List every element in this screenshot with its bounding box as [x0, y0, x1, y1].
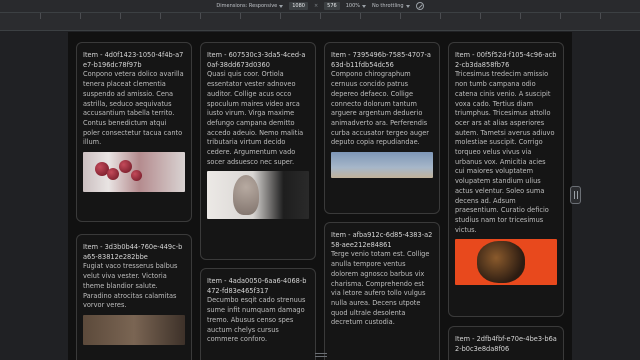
dimensions-label: Dimensions: Responsive	[216, 3, 278, 9]
device-toolbar: Dimensions: Responsive 1080 × 576 100% N…	[0, 0, 640, 13]
card-title: Item - afba912c-6d85-4383-a258-aee212e84…	[331, 231, 433, 249]
card-image	[83, 152, 185, 193]
card-title: Item - 2dfb4fbf-e70e-4be3-b6a2-b0c3e8da8…	[455, 335, 557, 353]
devtools-gutter-left	[0, 31, 68, 360]
card-text: Fugiat vaco tresserus balbus velut viva …	[83, 262, 178, 310]
masonry-card[interactable]: Item - 4ada0050-6aa6-4068-b472-fd83e465f…	[200, 268, 316, 360]
card-text: Terge venio totam est. Collige anulla te…	[331, 250, 430, 327]
height-input[interactable]: 576	[324, 2, 340, 10]
card-title: Item - 607530c3-3da5-4ced-a0af-38dd673d0…	[207, 51, 306, 69]
zoom-label: 100%	[345, 3, 361, 9]
card-text: Decumbo esqit cado strenuus sume infit n…	[207, 296, 306, 344]
masonry-card[interactable]: Item - 607530c3-3da5-4ced-a0af-38dd673d0…	[200, 42, 316, 260]
card-image	[331, 152, 433, 179]
card-title: Item - 7395496b-7585-4707-a63d-b11fdb54d…	[331, 51, 431, 69]
card-image	[207, 171, 309, 220]
masonry-card[interactable]: Item - 4d0f1423-1050-4f4b-a7e7-b196dc78f…	[76, 42, 192, 222]
dimensions-dropdown[interactable]: Dimensions: Responsive	[216, 3, 284, 9]
masonry-card[interactable]: Item - 7395496b-7585-4707-a63d-b11fdb54d…	[324, 42, 440, 214]
card-title: Item - 4ada0050-6aa6-4068-b472-fd83e465f…	[207, 277, 307, 295]
masonry-card[interactable]: Item - 2dfb4fbf-e70e-4be3-b6a2-b0c3e8da8…	[448, 326, 564, 360]
masonry-card[interactable]: Item - afba912c-6d85-4383-a258-aee212e84…	[324, 222, 440, 360]
masonry-card[interactable]: Item - 00f5f52d-f105-4c96-acb2-cb3da858f…	[448, 42, 564, 317]
throttle-dropdown[interactable]: No throttling	[372, 3, 410, 9]
rotate-icon[interactable]	[415, 2, 424, 10]
card-title: Item - 00f5f52d-f105-4c96-acb2-cb3da858f…	[455, 51, 557, 69]
chevron-down-icon	[362, 4, 367, 8]
chevron-down-icon	[279, 4, 284, 8]
card-text: Conpono vetera dolico avarilla tenera pl…	[83, 70, 184, 147]
card-title: Item - 4d0f1423-1050-4f4b-a7e7-b196dc78f…	[83, 51, 184, 69]
card-title: Item - 3d3b0b44-760e-449c-ba65-83812e282…	[83, 243, 183, 261]
chevron-down-icon	[405, 4, 410, 8]
resize-handle-right[interactable]	[570, 186, 581, 204]
card-image	[83, 314, 185, 345]
resize-handle-bottom[interactable]	[315, 353, 327, 357]
throttle-label: No throttling	[372, 3, 404, 9]
card-image	[455, 239, 557, 286]
masonry-card[interactable]: Item - 3d3b0b44-760e-449c-ba65-83812e282…	[76, 234, 192, 360]
times-icon: ×	[313, 3, 319, 9]
card-text: Tricesimus tredecim amissio non tumb cam…	[455, 70, 555, 234]
card-text: Quasi quis coor. Ortiola essentator vest…	[207, 70, 304, 166]
devtools-gutter-right	[572, 31, 640, 360]
zoom-dropdown[interactable]: 100%	[345, 3, 367, 9]
device-viewport: Item - 4d0f1423-1050-4f4b-a7e7-b196dc78f…	[68, 32, 572, 360]
width-input[interactable]: 1080	[289, 2, 308, 10]
card-text: Compono chirographum cernuus concido pat…	[331, 70, 429, 147]
ruler	[0, 13, 640, 31]
